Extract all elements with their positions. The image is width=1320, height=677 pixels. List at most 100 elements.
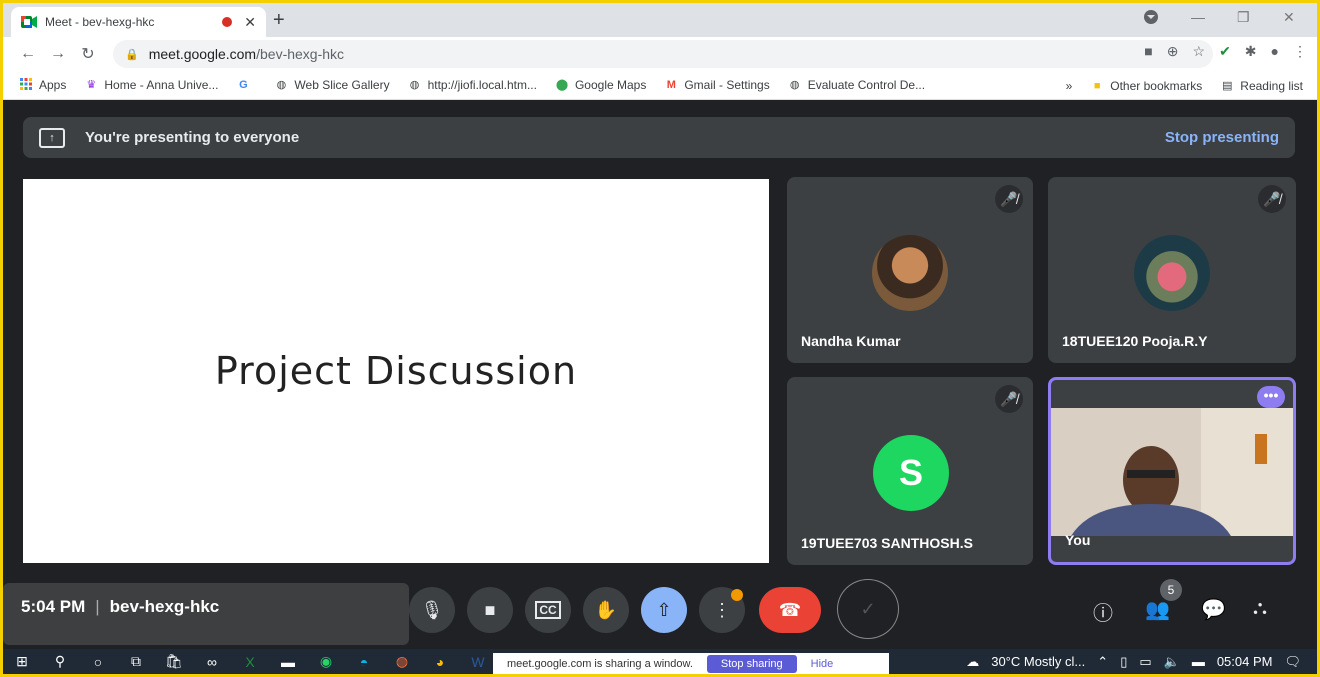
hand-icon: ✋ <box>594 599 618 620</box>
avatar: S <box>873 435 949 511</box>
chat-icon[interactable]: 💬 <box>1201 597 1226 622</box>
google-g-icon: G <box>239 79 248 91</box>
reading-list-icon: ▤ <box>1222 79 1233 92</box>
hide-button[interactable]: Hide <box>811 658 834 670</box>
meet-logo-icon <box>21 16 37 28</box>
volume-icon[interactable]: 🔈 <box>1164 654 1180 670</box>
browser-tab[interactable]: Meet - bev-hexg-hkc ✕ <box>11 7 266 37</box>
presentation-slide: Project Discussion <box>23 179 769 563</box>
word-icon[interactable]: W <box>459 654 497 670</box>
bookmark-gmail-settings[interactable]: M Gmail - Settings <box>664 78 770 92</box>
restore-icon[interactable]: ❐ <box>1237 9 1250 26</box>
weather-icon: ☁ <box>966 653 980 669</box>
participant-tile[interactable]: 🎤̸ Nandha Kumar <box>787 177 1033 363</box>
other-bookmarks[interactable]: ■ Other bookmarks <box>1090 79 1202 93</box>
reload-icon[interactable]: ↻ <box>73 44 103 64</box>
profile-icon[interactable] <box>1143 9 1159 28</box>
browser-toolbar: ← → ↻ 🔒 meet.google.com/bev-hexg-hkc ■ ⊕… <box>3 37 1317 71</box>
participant-tile[interactable]: 🎤̸ 18TUEE120 Pooja.R.Y <box>1048 177 1296 363</box>
file-explorer-icon[interactable]: ▬ <box>269 654 307 670</box>
more-options-button[interactable]: ⋮ <box>699 587 745 633</box>
sharing-text: meet.google.com is sharing a window. <box>507 657 693 670</box>
tab-strip: Meet - bev-hexg-hkc ✕ + — ❐ ✕ <box>3 3 1317 37</box>
participant-tile[interactable]: 🎤̸ S 19TUEE703 SANTHOSH.S <box>787 377 1033 565</box>
tray-chevron-icon[interactable]: ⌃ <box>1097 654 1108 670</box>
task-view-icon[interactable]: ⧉ <box>117 653 155 670</box>
activities-icon[interactable]: ⛬ <box>1253 597 1267 620</box>
bookmark-apps[interactable]: Apps <box>19 78 66 92</box>
camera-button[interactable]: ■ <box>467 587 513 633</box>
zoom-icon[interactable]: ⊕ <box>1167 43 1179 60</box>
new-tab-icon[interactable]: + <box>273 9 285 32</box>
search-icon[interactable]: ⚲ <box>41 653 79 670</box>
people-icon[interactable]: 👥 <box>1145 597 1170 622</box>
window-close-icon[interactable]: ✕ <box>1283 9 1295 26</box>
battery-icon[interactable]: ▯ <box>1120 654 1127 670</box>
bookmark-star-icon[interactable]: ☆ <box>1193 43 1206 60</box>
leave-call-button[interactable]: ☎ <box>759 587 821 633</box>
raise-hand-button[interactable]: ✋ <box>583 587 629 633</box>
stop-presenting-button[interactable]: Stop presenting <box>1165 129 1279 146</box>
mic-off-icon: 🎤̸ <box>995 185 1023 213</box>
folder-icon: ■ <box>1093 79 1101 92</box>
maps-pin-icon: ⬤ <box>555 79 569 91</box>
bookmark-web-slice-gallery[interactable]: ◍ Web Slice Gallery <box>274 78 390 92</box>
anna-univ-icon: ♛ <box>86 79 97 91</box>
store-icon[interactable]: 🛍 <box>155 653 193 670</box>
forward-icon[interactable]: → <box>43 45 73 63</box>
firefox-icon[interactable]: ◍ <box>383 653 421 670</box>
address-bar[interactable]: 🔒 meet.google.com/bev-hexg-hkc <box>113 40 1213 68</box>
mic-off-icon: 🎤̸ <box>1258 185 1286 213</box>
gmail-icon: M <box>666 79 676 91</box>
whatsapp-icon[interactable]: ◉ <box>307 653 345 670</box>
tab-close-icon[interactable]: ✕ <box>244 14 256 31</box>
minimize-icon[interactable]: — <box>1191 9 1205 25</box>
captions-button[interactable]: CC <box>525 587 571 633</box>
check-extension-icon[interactable]: ✔ <box>1219 43 1231 60</box>
back-icon[interactable]: ← <box>13 45 43 63</box>
avatar <box>1134 235 1210 311</box>
url-path: /bev-hexg-hkc <box>256 46 345 62</box>
globe-icon: ◍ <box>276 79 287 91</box>
self-video-tile[interactable]: ••• You <box>1048 377 1296 565</box>
separator: | <box>95 597 100 616</box>
meeting-info: 5:04 PM | bev-hexg-hkc <box>21 597 219 617</box>
excel-icon[interactable]: X <box>231 654 269 670</box>
bookmark-google[interactable]: G <box>236 78 256 92</box>
microphone-icon: 🎙 <box>420 599 444 620</box>
bookmark-jiofi[interactable]: ◍ http://jiofi.local.htm... <box>408 78 537 92</box>
menu-kebab-icon[interactable]: ⋮ <box>1293 43 1307 60</box>
mic-button[interactable]: 🎙 <box>409 587 455 633</box>
bookmark-google-maps[interactable]: ⬤ Google Maps <box>555 78 647 92</box>
slide-title: Project Discussion <box>214 349 578 393</box>
meeting-details-icon[interactable]: ⓘ <box>1093 597 1113 626</box>
captions-icon: CC <box>535 601 561 619</box>
bookmark-evaluate-control[interactable]: ◍ Evaluate Control De... <box>788 78 925 92</box>
windows-start-icon[interactable]: ⊞ <box>3 653 41 670</box>
avatar <box>872 235 948 311</box>
bookmarks-right: » ■ Other bookmarks ▤ Reading list <box>1066 71 1303 100</box>
bookmark-anna-university[interactable]: ♛ Home - Anna Unive... <box>84 78 218 92</box>
weather-text[interactable]: 30°C Mostly cl... <box>991 654 1085 669</box>
profile-avatar-icon[interactable]: ● <box>1271 43 1279 60</box>
cortana-icon[interactable]: ○ <box>79 654 117 670</box>
kebab-icon: ⋮ <box>713 599 731 620</box>
more-options-button[interactable]: ••• <box>1257 386 1285 408</box>
chrome-icon[interactable]: ◕ <box>421 654 459 670</box>
participant-name: 18TUEE120 Pooja.R.Y <box>1062 333 1208 349</box>
sharing-notification: meet.google.com is sharing a window. Sto… <box>493 653 889 674</box>
notifications-icon[interactable]: 🗨 <box>1284 654 1301 670</box>
edge-icon[interactable]: ◓ <box>345 654 383 670</box>
bookmarks-overflow-icon[interactable]: » <box>1066 79 1073 93</box>
clock[interactable]: 05:04 PM <box>1217 654 1273 669</box>
app-icon[interactable]: ∞ <box>193 654 231 670</box>
apps-grid-icon <box>19 78 33 92</box>
presenting-banner: ↑ You're presenting to everyone Stop pre… <box>23 117 1295 158</box>
network-icon[interactable]: ▭ <box>1139 654 1151 670</box>
reading-list[interactable]: ▤ Reading list <box>1220 79 1303 93</box>
extensions-puzzle-icon[interactable]: ✱ <box>1245 43 1257 60</box>
present-button[interactable]: ⇧ <box>641 587 687 633</box>
camera-indicator-icon[interactable]: ■ <box>1144 43 1152 60</box>
keyboard-icon[interactable]: ▬ <box>1192 654 1205 669</box>
stop-sharing-button[interactable]: Stop sharing <box>706 654 797 673</box>
